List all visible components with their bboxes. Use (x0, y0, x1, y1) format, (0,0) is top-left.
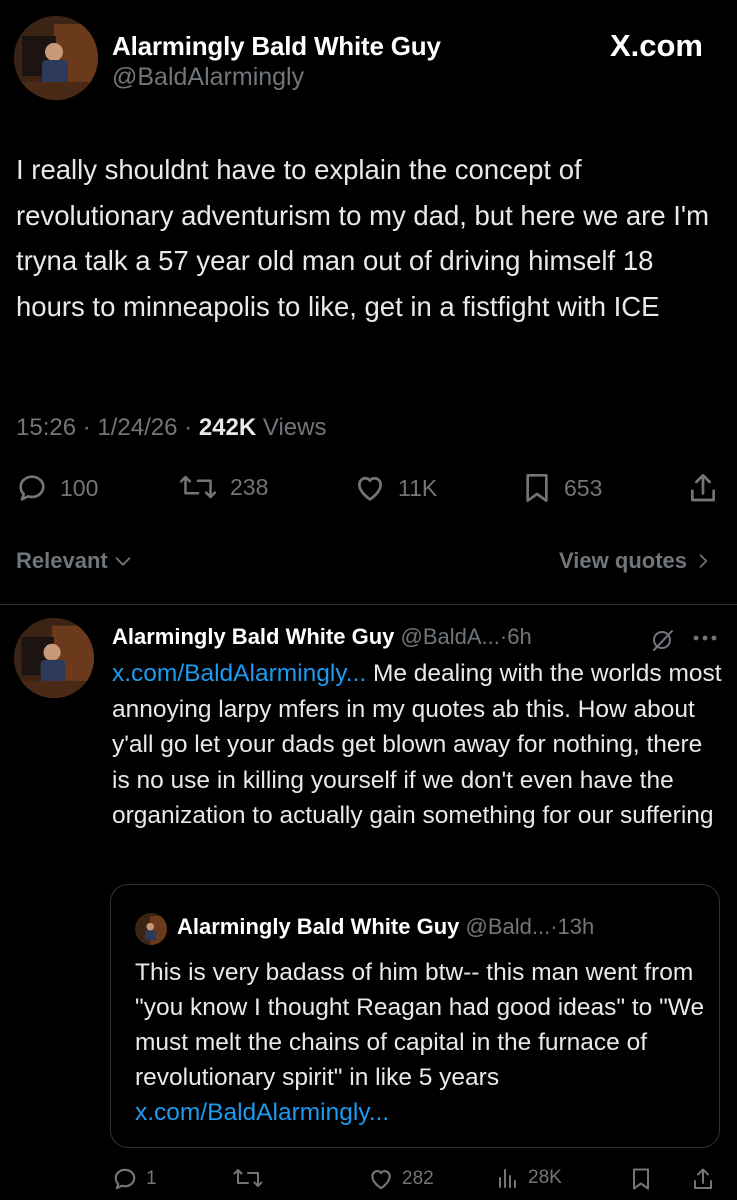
reply-actions: 1 282 28K (0, 1166, 737, 1196)
views-icon (499, 1169, 516, 1188)
bookmark-count: 653 (564, 474, 603, 501)
view-quotes-link[interactable]: View quotes (559, 548, 713, 574)
reply-like-count: 282 (402, 1168, 434, 1189)
reply-repost-button[interactable] (232, 1166, 264, 1190)
author-info: Alarmingly Bald White Guy @BaldAlarmingl… (112, 30, 441, 92)
repost-button[interactable]: 238 (178, 472, 268, 502)
more-button[interactable] (692, 632, 718, 644)
quote-time: 13h (557, 914, 595, 939)
share-icon (691, 474, 716, 502)
reply-time: 6h (507, 624, 532, 649)
author-handle[interactable]: @BaldAlarmingly (112, 62, 441, 92)
reply-like-button[interactable]: 282 (368, 1166, 434, 1192)
repost-icon (233, 1169, 263, 1187)
meta-separator: · (550, 914, 558, 939)
quote-avatar (135, 913, 167, 945)
tweet-time: 15:26 (16, 414, 77, 441)
quote-link[interactable]: x.com/BaldAlarmingly... (135, 1099, 389, 1126)
avatar[interactable] (14, 16, 98, 100)
brand-text: X.com (609, 28, 703, 63)
reply-share-button[interactable] (692, 1166, 714, 1192)
avatar-photo (135, 913, 167, 945)
quote-body: This is very badass of him btw-- this ma… (135, 959, 705, 1091)
reply-header: Alarmingly Bald White Guy @BaldA...·6h (112, 622, 532, 652)
quoted-tweet[interactable]: Alarmingly Bald White Guy @Bald...·13h T… (110, 884, 720, 1148)
bookmark-button[interactable]: 653 (522, 472, 602, 504)
quote-header: Alarmingly Bald White Guy @Bald...·13h (177, 911, 594, 943)
reply-views-count: 28K (528, 1167, 562, 1188)
meta-separator: · (184, 414, 193, 441)
sort-label: Relevant (16, 548, 108, 573)
reply-count: 100 (60, 474, 99, 501)
reply-text: x.com/BaldAlarmingly... Me dealing with … (112, 656, 722, 834)
grok-icon (653, 630, 673, 651)
avatar-photo (14, 618, 94, 698)
bookmark-icon (526, 474, 548, 502)
quote-author-name: Alarmingly Bald White Guy (177, 914, 460, 939)
like-count: 11K (398, 474, 438, 501)
chevron-down-icon (115, 557, 131, 566)
brand-label: X.com (610, 28, 703, 64)
repost-count: 238 (230, 473, 269, 500)
reply-author-name[interactable]: Alarmingly Bald White Guy (112, 624, 394, 649)
share-icon (694, 1168, 712, 1189)
quote-text: This is very badass of him btw-- this ma… (135, 955, 705, 1130)
reply-reply-button[interactable]: 1 (112, 1166, 157, 1192)
like-icon (371, 1170, 391, 1190)
like-icon (358, 476, 382, 501)
reply-icon (19, 475, 45, 501)
reply-avatar[interactable] (14, 618, 94, 698)
chevron-right-icon (699, 554, 708, 568)
tweet-actions: 100 238 11K 653 (0, 472, 737, 512)
grok-button[interactable] (650, 628, 676, 652)
reply-icon (114, 1168, 136, 1190)
reply-views-button[interactable]: 28K (496, 1166, 562, 1190)
author-name[interactable]: Alarmingly Bald White Guy (112, 30, 441, 62)
bookmark-icon (633, 1168, 649, 1190)
meta-separator: · (82, 414, 91, 441)
tweet-meta: 15:26 · 1/24/26 · 242K Views (16, 414, 326, 442)
like-button[interactable]: 11K (354, 472, 437, 504)
divider (0, 604, 737, 605)
quote-author-handle: @Bald... (465, 914, 551, 939)
share-button[interactable] (688, 472, 718, 504)
tweet-date: 1/24/26 (97, 414, 178, 441)
views-count: 242K (198, 414, 257, 441)
reply-link[interactable]: x.com/BaldAlarmingly... (112, 660, 366, 687)
avatar-photo (14, 16, 98, 100)
view-quotes-label: View quotes (559, 548, 687, 573)
views-label: Views (262, 414, 327, 441)
reply-bookmark-button[interactable] (630, 1166, 652, 1192)
reply-button[interactable]: 100 (16, 472, 98, 504)
repost-icon (179, 475, 217, 499)
more-icon (693, 635, 717, 641)
reply-reply-count: 1 (146, 1168, 157, 1189)
reply-author-handle[interactable]: @BaldA... (401, 624, 500, 649)
tweet-text: I really shouldnt have to explain the co… (16, 154, 710, 322)
sort-relevant-dropdown[interactable]: Relevant (16, 548, 134, 574)
